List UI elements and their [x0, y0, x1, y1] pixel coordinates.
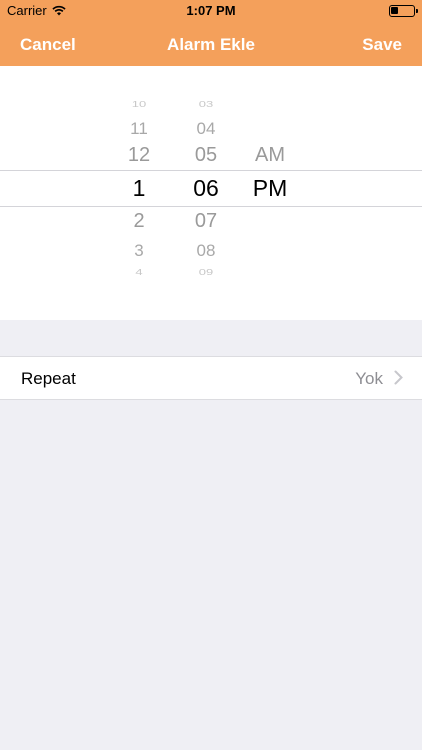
- picker-selection-bottom-line: [0, 206, 422, 207]
- header: Carrier 1:07 PM Cancel Alarm Ekle Save: [0, 0, 422, 66]
- save-button[interactable]: Save: [362, 35, 402, 55]
- picker-minute-item[interactable]: 03: [171, 99, 241, 109]
- picker-hour-item[interactable]: 11: [104, 118, 174, 139]
- repeat-label: Repeat: [21, 369, 76, 388]
- status-time: 1:07 PM: [186, 3, 236, 18]
- picker-period-item[interactable]: AM: [235, 143, 305, 167]
- picker-hour-item[interactable]: 12: [104, 143, 174, 167]
- chevron-right-icon: [394, 370, 403, 385]
- time-picker[interactable]: 10 11 12 1 2 3 4 03 04 05 06 07 08 09 AM PM: [0, 66, 422, 320]
- picker-minute-item[interactable]: 04: [171, 118, 241, 139]
- status-bar: Carrier 1:07 PM: [0, 0, 422, 22]
- picker-minute-item[interactable]: 09: [171, 267, 241, 277]
- nav-bar: Cancel Alarm Ekle Save: [0, 22, 422, 66]
- picker-hour-item[interactable]: 10: [104, 99, 174, 109]
- picker-minute-item[interactable]: 06: [171, 175, 241, 202]
- picker-minute-item[interactable]: 08: [171, 240, 241, 261]
- picker-hour-item[interactable]: 1: [104, 175, 174, 202]
- picker-minute-item[interactable]: 07: [171, 209, 241, 233]
- battery-icon: [389, 5, 418, 17]
- picker-hour-item[interactable]: 4: [104, 267, 174, 277]
- page-title: Alarm Ekle: [167, 35, 255, 54]
- picker-hour-item[interactable]: 2: [104, 209, 174, 233]
- repeat-value: Yok: [355, 369, 383, 388]
- picker-hour-item[interactable]: 3: [104, 240, 174, 261]
- picker-minute-item[interactable]: 05: [171, 143, 241, 167]
- repeat-row[interactable]: Repeat Yok: [0, 356, 422, 400]
- picker-selection-top-line: [0, 170, 422, 171]
- picker-period-item[interactable]: PM: [235, 175, 305, 202]
